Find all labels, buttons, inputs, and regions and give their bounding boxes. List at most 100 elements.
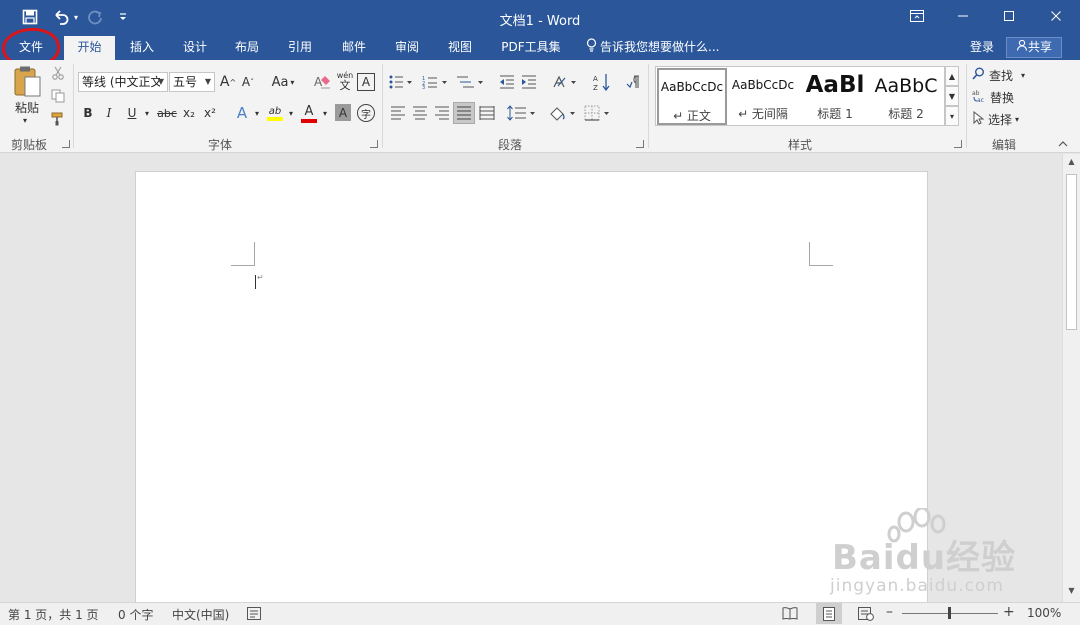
style-name: ↵ 正文 [673,109,711,123]
show-marks-icon[interactable] [624,72,642,92]
align-right-icon[interactable] [432,103,452,123]
cut-icon[interactable] [49,64,67,82]
shading-icon[interactable] [548,103,578,123]
zoom-slider-thumb[interactable] [948,607,951,619]
borders-icon[interactable] [583,103,613,123]
strikethrough-button[interactable]: abc [156,103,178,123]
clear-formatting-icon[interactable]: A [311,72,333,92]
highlight-icon[interactable]: ab [265,102,285,124]
style-normal[interactable]: AaBbCcDc ↵ 正文 [657,68,727,125]
text-effects-icon[interactable]: A [232,103,252,123]
subscript-button[interactable]: x₂ [180,103,198,123]
text-cursor [255,275,256,289]
underline-dropdown-icon[interactable]: ▾ [142,105,152,121]
justify-icon[interactable] [453,102,475,124]
line-spacing-icon[interactable] [505,103,537,123]
find-button[interactable]: 查找 ▾ [972,66,1034,84]
zoom-in-button[interactable]: + [1003,604,1015,620]
scrollbar-thumb[interactable] [1066,174,1077,330]
decrease-indent-icon[interactable] [497,72,517,92]
vertical-scrollbar[interactable]: ▲ ▼ [1062,154,1080,602]
macro-record-icon[interactable] [247,607,261,623]
copy-icon[interactable] [49,87,67,105]
scroll-up-icon[interactable]: ▲ [1066,157,1077,169]
collapse-ribbon-icon[interactable] [1056,138,1070,150]
tab-layout[interactable]: 布局 [223,36,271,60]
character-border-icon[interactable]: A [357,73,375,91]
style-sample: AaBbCcDc [731,78,795,92]
language-indicator[interactable]: 中文(中国) [172,606,229,623]
text-effects-dropdown-icon[interactable]: ▾ [252,105,262,121]
tab-review[interactable]: 审阅 [383,36,431,60]
login-link[interactable]: 登录 [970,36,994,60]
font-color-icon[interactable]: A [299,102,319,124]
web-layout-icon[interactable] [858,607,874,624]
multilevel-list-icon[interactable] [455,72,485,92]
replace-label: 替换 [990,90,1015,105]
distributed-icon[interactable] [477,103,497,123]
superscript-button[interactable]: x² [201,103,219,123]
italic-button[interactable]: I [101,103,117,123]
grow-font-icon[interactable]: A ^ [219,72,237,92]
replace-button[interactable]: ab ac 替换 [972,88,1034,106]
chinese-layout-icon[interactable] [551,72,579,92]
clipboard-launcher-icon[interactable] [62,140,70,148]
gallery-scroll-down-icon[interactable]: ▼ [945,86,959,106]
tab-mailings[interactable]: 邮件 [330,36,378,60]
styles-launcher-icon[interactable] [954,140,962,148]
minimize-icon[interactable] [940,0,986,32]
numbering-icon[interactable]: 123 [421,72,449,92]
tab-view[interactable]: 视图 [436,36,484,60]
tab-design[interactable]: 设计 [171,36,219,60]
close-icon[interactable] [1033,0,1079,32]
paragraph-launcher-icon[interactable] [636,140,644,148]
sort-icon[interactable]: AZ [592,71,612,93]
zoom-level[interactable]: 100% [1027,606,1061,620]
highlight-glyph: ab [268,105,282,117]
paragraph-mark-icon: ↵ [257,273,264,282]
shrink-font-icon[interactable]: Aˇ [239,72,257,92]
tab-pdf-tools[interactable]: PDF工具集 [494,36,568,60]
increase-indent-icon[interactable] [519,72,539,92]
tab-insert[interactable]: 插入 [118,36,166,60]
enclose-characters-icon[interactable]: 字 [357,104,375,122]
style-heading-1[interactable]: AaBl 标题 1 [800,68,870,125]
tab-references[interactable]: 引用 [276,36,324,60]
font-name-combo[interactable]: 等线 (中文正文 ▼ [78,72,168,92]
bold-button[interactable]: B [80,103,96,123]
maximize-icon[interactable] [986,0,1032,32]
bullets-icon[interactable] [388,72,414,92]
document-page[interactable]: ↵ [135,171,928,611]
word-count[interactable]: 0 个字 [118,606,153,623]
gallery-scroll-up-icon[interactable]: ▲ [945,66,959,86]
page-count[interactable]: 第 1 页，共 1 页 [8,606,99,623]
share-button[interactable]: 共享 [1006,37,1062,58]
style-no-spacing[interactable]: AaBbCcDc ↵ 无间隔 [728,68,798,125]
style-heading-2[interactable]: AaBbC 标题 2 [871,68,941,125]
scroll-down-icon[interactable]: ▼ [1066,586,1077,598]
format-painter-icon[interactable] [49,110,67,128]
character-shading-icon[interactable]: A [335,104,351,121]
tell-me-box[interactable]: 告诉我您想要做什么... [586,36,719,60]
align-left-icon[interactable] [388,103,408,123]
change-case-button[interactable]: Aa ▾ [268,72,298,92]
font-size-combo[interactable]: 五号 ▼ [169,72,215,92]
share-label: 共享 [1027,40,1052,54]
watermark-brand: Baidu经验 [832,538,1017,578]
paste-dropdown-icon[interactable]: ▾ [19,115,31,125]
phonetic-guide-icon[interactable]: wén 文 [334,69,356,93]
print-layout-icon[interactable] [816,603,842,624]
font-color-dropdown-icon[interactable]: ▾ [320,105,330,121]
select-button[interactable]: 选择 ▾ [972,110,1034,128]
zoom-out-button[interactable]: – [886,604,893,620]
tab-home[interactable]: 开始 [64,36,115,60]
underline-button[interactable]: U [124,103,140,123]
read-mode-icon[interactable] [782,607,798,623]
font-launcher-icon[interactable] [370,140,378,148]
align-center-icon[interactable] [410,103,430,123]
paste-label[interactable]: 粘贴 [8,99,46,115]
highlight-dropdown-icon[interactable]: ▾ [286,105,296,121]
paste-icon[interactable] [10,64,44,100]
gallery-more-icon[interactable]: ▾ [945,106,959,126]
ribbon-display-options-icon[interactable] [894,0,940,32]
